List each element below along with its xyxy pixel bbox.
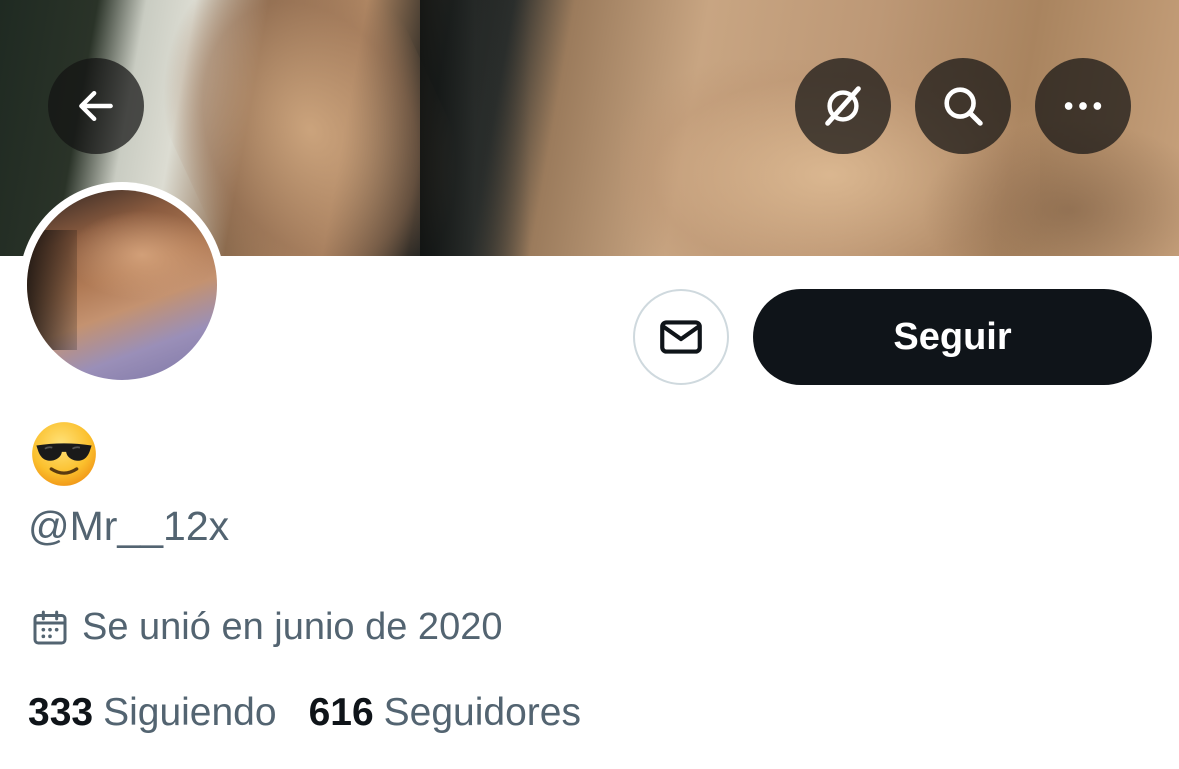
joined-date: Se unió en junio de 2020 [30, 606, 502, 649]
grok-icon [820, 83, 866, 129]
follow-button[interactable]: Seguir [753, 289, 1152, 385]
grok-button[interactable] [795, 58, 891, 154]
message-button[interactable] [633, 289, 729, 385]
profile-stats: 333 Siguiendo 616 Seguidores [28, 691, 613, 735]
avatar-image [27, 190, 217, 380]
search-button[interactable] [915, 58, 1011, 154]
followers-link[interactable]: 616 Seguidores [309, 691, 581, 735]
back-button[interactable] [48, 58, 144, 154]
avatar-shade [27, 230, 77, 350]
more-horizontal-icon [1060, 83, 1106, 129]
banner-shade [420, 0, 530, 256]
joined-text: Se unió en junio de 2020 [82, 606, 503, 648]
more-options-button[interactable] [1035, 58, 1131, 154]
profile-handle: @Mr__12x [28, 503, 230, 549]
following-count: 333 [28, 691, 94, 734]
mail-icon [656, 312, 706, 362]
avatar[interactable] [19, 182, 225, 388]
following-label: Siguiendo [103, 691, 277, 734]
followers-count: 616 [308, 691, 374, 734]
following-link[interactable]: 333 Siguiendo [28, 691, 277, 735]
calendar-icon [30, 608, 70, 648]
followers-label: Seguidores [383, 691, 581, 734]
arrow-left-icon [74, 84, 118, 128]
search-icon [940, 83, 986, 129]
profile-page: Seguir @Mr__12x Se unió en junio de 2020… [0, 0, 1179, 769]
display-name-emoji [30, 420, 100, 490]
avatar-shade [67, 210, 217, 300]
